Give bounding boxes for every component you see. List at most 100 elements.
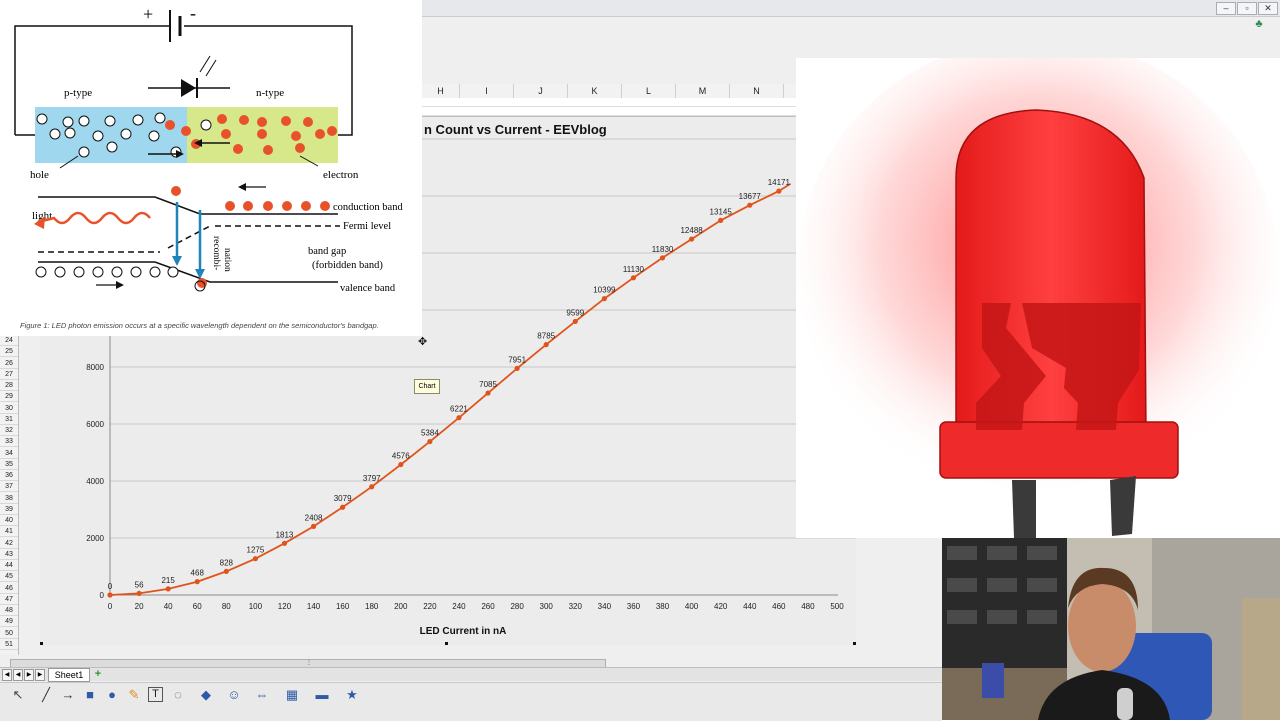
x-tick-label: 320 [569, 602, 583, 611]
row-header-50[interactable]: 50 [0, 628, 18, 639]
row-header-37[interactable]: 37 [0, 481, 18, 493]
valence-band-label: valence band [340, 283, 396, 294]
row-header-51[interactable]: 51 [0, 639, 18, 650]
row-header-32[interactable]: 32 [0, 425, 18, 437]
y-tick-label: 6000 [86, 420, 104, 429]
data-point [310, 523, 317, 529]
light-wave-icon [37, 211, 151, 225]
text-icon[interactable]: T [148, 687, 163, 702]
symbol-shapes-icon[interactable]: ☺ [226, 687, 242, 703]
minimize-button[interactable]: – [1216, 2, 1236, 15]
drawing-toolbar: ↖ ╱ → ■ ● ✎ T ◌ ◆ ☺ ⇔ ▦ ▬ ★ [0, 682, 942, 721]
x-tick-label: 380 [656, 602, 670, 611]
row-header-34[interactable]: 34 [0, 448, 18, 459]
sidebar-toggle-icon[interactable]: ♣ [1252, 18, 1266, 30]
row-header-38[interactable]: 38 [0, 493, 18, 504]
column-header-i[interactable]: I [460, 84, 514, 98]
column-header-k[interactable]: K [568, 84, 622, 98]
x-tick-label: 20 [135, 602, 144, 611]
row-header-35[interactable]: 35 [0, 459, 18, 470]
x-tick-label: 80 [222, 602, 231, 611]
recombination-label-1: recombi- [211, 236, 221, 270]
row-header-47[interactable]: 47 [0, 594, 18, 605]
scroll-grip-icon[interactable]: ⋮ [305, 660, 313, 667]
row-header-30[interactable]: 30 [0, 403, 18, 414]
column-header-j[interactable]: J [514, 84, 568, 98]
data-label: 215 [161, 576, 175, 585]
row-header-49[interactable]: 49 [0, 616, 18, 628]
row-header-43[interactable]: 43 [0, 549, 18, 560]
row-header-48[interactable]: 48 [0, 605, 18, 617]
data-label: 7085 [479, 380, 497, 389]
row-header-39[interactable]: 39 [0, 504, 18, 515]
electron-label: electron [323, 169, 359, 181]
diode-icon [181, 79, 196, 97]
column-header-m[interactable]: M [676, 84, 730, 98]
row-header-44[interactable]: 44 [0, 560, 18, 572]
row-header-41[interactable]: 41 [0, 526, 18, 538]
data-label: 1275 [247, 546, 265, 555]
rectangle-icon[interactable]: ■ [82, 687, 98, 703]
chart-tooltip: Chart [414, 379, 440, 394]
sheet-tab-sheet1[interactable]: Sheet1 [48, 668, 90, 682]
x-tick-label: 220 [423, 602, 437, 611]
arrow-icon[interactable]: → [60, 687, 76, 703]
data-point [514, 365, 520, 371]
data-point [398, 461, 404, 468]
freeform-icon[interactable]: ✎ [126, 687, 142, 703]
data-point [630, 275, 637, 281]
x-tick-label: 420 [714, 602, 728, 611]
column-header-h[interactable]: H [422, 84, 460, 98]
data-point [543, 342, 549, 348]
column-header-n[interactable]: N [730, 84, 784, 98]
data-label: 14171 [768, 178, 791, 187]
row-header-31[interactable]: 31 [0, 414, 18, 425]
data-label: 10399 [593, 286, 616, 295]
hole-label: hole [30, 169, 49, 181]
row-header-36[interactable]: 36 [0, 470, 18, 482]
data-label: 3797 [363, 474, 381, 483]
line-icon[interactable]: ╱ [38, 687, 54, 703]
first-sheet-button[interactable]: ◀ [2, 669, 12, 681]
row-header-26[interactable]: 26 [0, 358, 18, 369]
y-tick-label: 2000 [86, 534, 104, 543]
data-label: 7951 [508, 355, 526, 364]
stars-icon[interactable]: ★ [344, 687, 360, 703]
row-header-24[interactable]: 24 [0, 335, 18, 347]
callout-icon[interactable]: ◌ [170, 687, 186, 703]
data-label: 5384 [421, 429, 439, 438]
data-point [340, 504, 346, 510]
row-header-27[interactable]: 27 [0, 369, 18, 380]
x-tick-label: 200 [394, 602, 408, 611]
data-point [281, 540, 288, 546]
column-header: H I J K L M N [422, 84, 796, 99]
row-header-40[interactable]: 40 [0, 515, 18, 527]
add-sheet-button[interactable]: + [92, 668, 104, 680]
x-tick-label: 500 [830, 602, 844, 611]
row-header-42[interactable]: 42 [0, 538, 18, 549]
select-icon[interactable]: ↖ [10, 687, 26, 703]
row-header-45[interactable]: 45 [0, 571, 18, 583]
basic-shapes-icon[interactable]: ◆ [198, 687, 214, 703]
row-header-46[interactable]: 46 [0, 583, 18, 594]
conduction-band-label: conduction band [333, 202, 403, 213]
row-header-25[interactable]: 25 [0, 346, 18, 358]
y-tick-label: 8000 [86, 363, 104, 372]
cell-grid[interactable] [422, 98, 796, 116]
row-header-29[interactable]: 29 [0, 391, 18, 403]
block-arrows-icon[interactable]: ⇔ [254, 687, 270, 703]
callouts-icon[interactable]: ▬ [314, 687, 330, 703]
recombination-label-2: nation [222, 248, 232, 272]
row-header-33[interactable]: 33 [0, 436, 18, 448]
close-button[interactable]: ✕ [1258, 2, 1278, 15]
prev-sheet-button[interactable]: ◀ [13, 669, 23, 681]
ellipse-icon[interactable]: ● [104, 687, 120, 703]
restore-button[interactable]: ▫ [1237, 2, 1257, 15]
flowchart-icon[interactable]: ▦ [284, 687, 300, 703]
column-header-l[interactable]: L [622, 84, 676, 98]
data-point [659, 255, 666, 261]
next-sheet-button[interactable]: ▶ [24, 669, 34, 681]
row-header-28[interactable]: 28 [0, 380, 18, 392]
data-label: 9599 [566, 308, 584, 317]
last-sheet-button[interactable]: ▶ [35, 669, 45, 681]
